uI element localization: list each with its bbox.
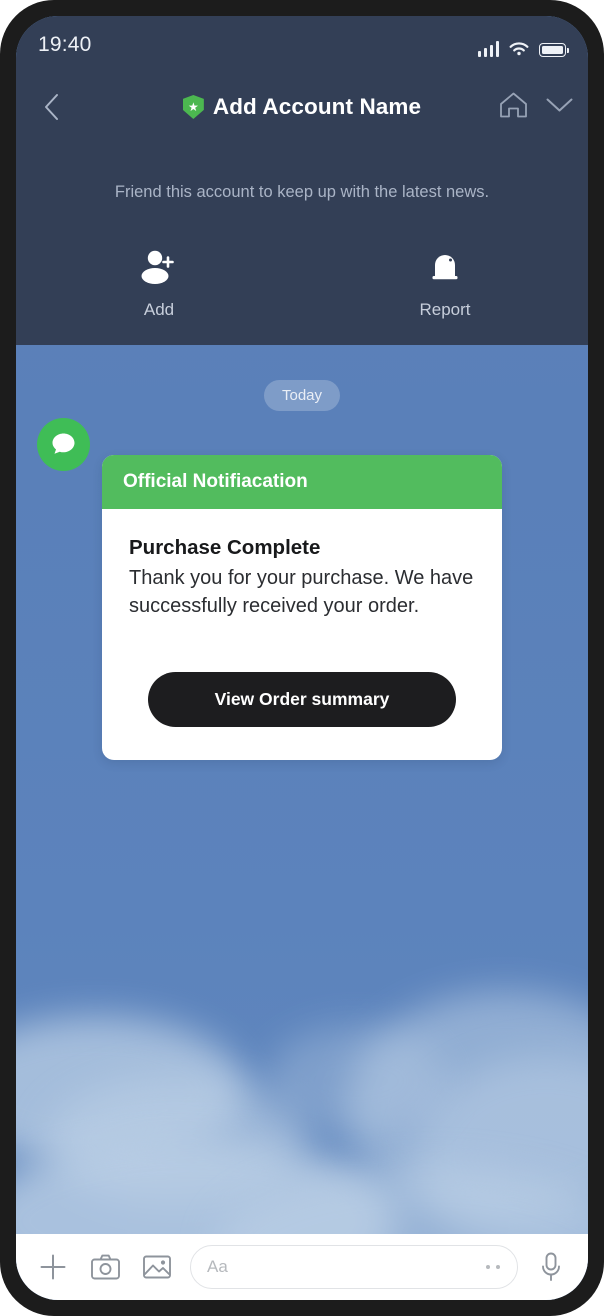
microphone-button[interactable]	[532, 1248, 570, 1286]
notification-text: Thank you for your purchase. We have suc…	[129, 564, 475, 620]
message-input-placeholder: Aa	[207, 1257, 228, 1277]
gallery-button[interactable]	[138, 1248, 176, 1286]
notification-card-header: Official Notifiacation	[102, 455, 502, 509]
message-input[interactable]: Aa	[190, 1245, 518, 1289]
wifi-icon	[508, 41, 530, 57]
camera-button[interactable]	[86, 1248, 124, 1286]
action-add-label: Add	[144, 300, 174, 320]
chat-bubble-icon	[50, 431, 77, 458]
shield-star-icon: ★	[183, 95, 204, 119]
view-order-summary-button[interactable]: View Order summary	[148, 672, 456, 727]
status-bar-icons	[478, 35, 567, 57]
action-add[interactable]: Add	[16, 244, 302, 320]
signal-bars-icon	[478, 41, 500, 57]
add-attachment-button[interactable]	[34, 1248, 72, 1286]
plus-icon	[38, 1252, 68, 1282]
notification-card-header-label: Official Notifiacation	[123, 471, 308, 493]
notification-card: Official Notifiacation Purchase Complete…	[102, 455, 502, 760]
account-actions: Add Report	[16, 244, 588, 320]
nav-actions	[498, 84, 574, 130]
microphone-icon	[539, 1251, 563, 1283]
action-report[interactable]: Report	[302, 244, 588, 320]
status-bar-clock: 19:40	[38, 33, 92, 57]
notification-title: Purchase Complete	[129, 536, 475, 560]
date-divider: Today	[264, 380, 340, 411]
status-bar: 19:40	[16, 16, 588, 78]
camera-icon	[90, 1253, 121, 1281]
home-button[interactable]	[498, 90, 529, 124]
phone-frame: 19:40 ★	[0, 0, 604, 1316]
phone-screen: 19:40 ★	[16, 16, 588, 1300]
composer-bar: Aa	[16, 1234, 588, 1300]
chat-thread: Today Official Notifiacation Purchase Co…	[16, 345, 588, 1270]
two-dots-icon[interactable]	[486, 1265, 500, 1269]
page-title-text: Add Account Name	[213, 94, 421, 120]
action-report-label: Report	[419, 300, 470, 320]
image-icon	[142, 1253, 172, 1281]
chevron-down-icon	[545, 95, 574, 115]
account-header: 19:40 ★	[16, 16, 588, 345]
avatar[interactable]	[37, 418, 90, 471]
notification-cta-wrap: View Order summary	[102, 620, 502, 760]
notification-card-body: Purchase Complete Thank you for your pur…	[102, 509, 502, 620]
nav-bar: ★ Add Account Name	[16, 78, 588, 136]
battery-icon	[539, 43, 566, 57]
bell-icon	[427, 244, 463, 284]
account-subtitle: Friend this account to keep up with the …	[102, 182, 502, 203]
home-icon	[498, 90, 529, 119]
person-add-icon	[139, 244, 179, 284]
collapse-button[interactable]	[545, 95, 574, 120]
